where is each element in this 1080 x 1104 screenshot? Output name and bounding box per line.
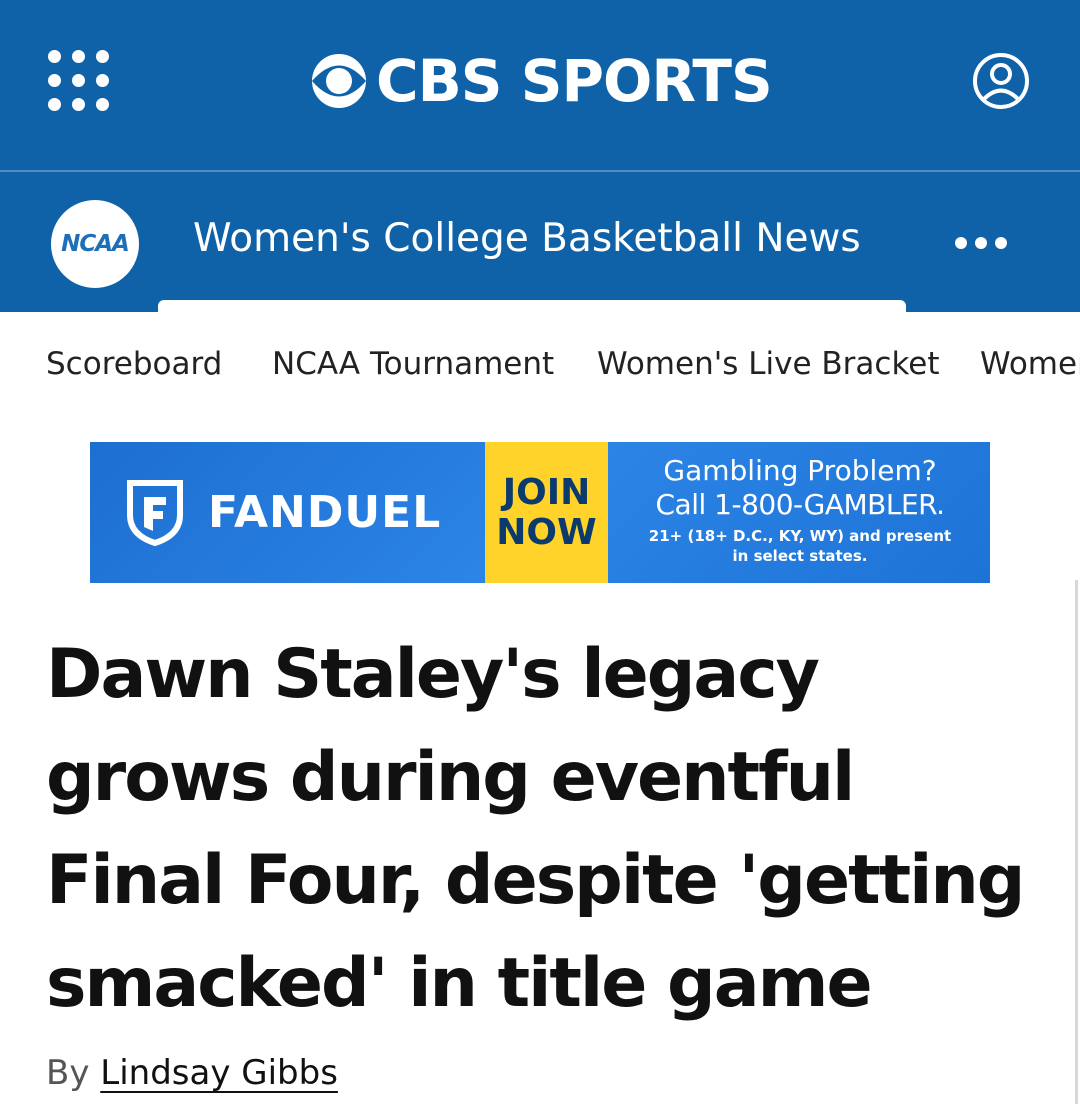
scrollbar[interactable] bbox=[1075, 580, 1078, 1104]
ad-warning-line4: in select states. bbox=[732, 547, 868, 565]
more-dots-icon[interactable] bbox=[955, 232, 1007, 254]
sub-navigation: Scoreboard NCAA Tournament Women's Live … bbox=[0, 312, 1080, 416]
fanduel-ad-banner[interactable]: FANDUEL JOIN NOW Gambling Problem? Call … bbox=[90, 442, 990, 583]
author-link[interactable]: Lindsay Gibbs bbox=[100, 1053, 338, 1093]
subnav-item-women[interactable]: Women bbox=[980, 342, 1080, 386]
join-now-button[interactable]: JOIN NOW bbox=[485, 442, 608, 583]
byline-prefix: By bbox=[46, 1053, 90, 1093]
fanduel-shield-icon bbox=[127, 480, 183, 547]
ad-disclaimer: Gambling Problem? Call 1-800-GAMBLER. 21… bbox=[625, 454, 975, 566]
section-title: Women's College Basketball News bbox=[193, 216, 861, 261]
subnav-item-womens-live-bracket[interactable]: Women's Live Bracket bbox=[597, 342, 940, 386]
ncaa-logo[interactable]: NCAA bbox=[51, 200, 139, 288]
ad-cta-line2: NOW bbox=[496, 511, 597, 553]
ncaa-badge-text: NCAA bbox=[61, 231, 130, 257]
cbs-eye-icon bbox=[312, 54, 366, 108]
user-account-icon[interactable] bbox=[972, 52, 1030, 110]
ad-warning-line1: Gambling Problem? bbox=[663, 454, 937, 487]
ad-cta-line1: JOIN bbox=[502, 471, 591, 513]
subnav-item-ncaa-tournament[interactable]: NCAA Tournament bbox=[272, 342, 554, 386]
cbs-sports-logo[interactable]: CBS SPORTS bbox=[310, 46, 773, 116]
ad-warning-line3: 21+ (18+ D.C., KY, WY) and present bbox=[648, 527, 952, 545]
subnav-item-scoreboard[interactable]: Scoreboard bbox=[46, 342, 222, 386]
section-bar: NCAA Women's College Basketball News bbox=[0, 172, 1080, 312]
ad-warning-line2: Call 1-800-GAMBLER. bbox=[655, 488, 945, 521]
article-headline: Dawn Staley's legacy grows during eventf… bbox=[46, 635, 1025, 1023]
grid-menu-icon[interactable] bbox=[48, 50, 110, 112]
section-tab-indicator bbox=[158, 300, 906, 312]
brand-name: CBS SPORTS bbox=[376, 47, 773, 115]
top-header: CBS SPORTS bbox=[0, 0, 1080, 170]
article-byline: By Lindsay Gibbs bbox=[46, 1050, 338, 1096]
ad-brand-name: FANDUEL bbox=[208, 487, 442, 538]
